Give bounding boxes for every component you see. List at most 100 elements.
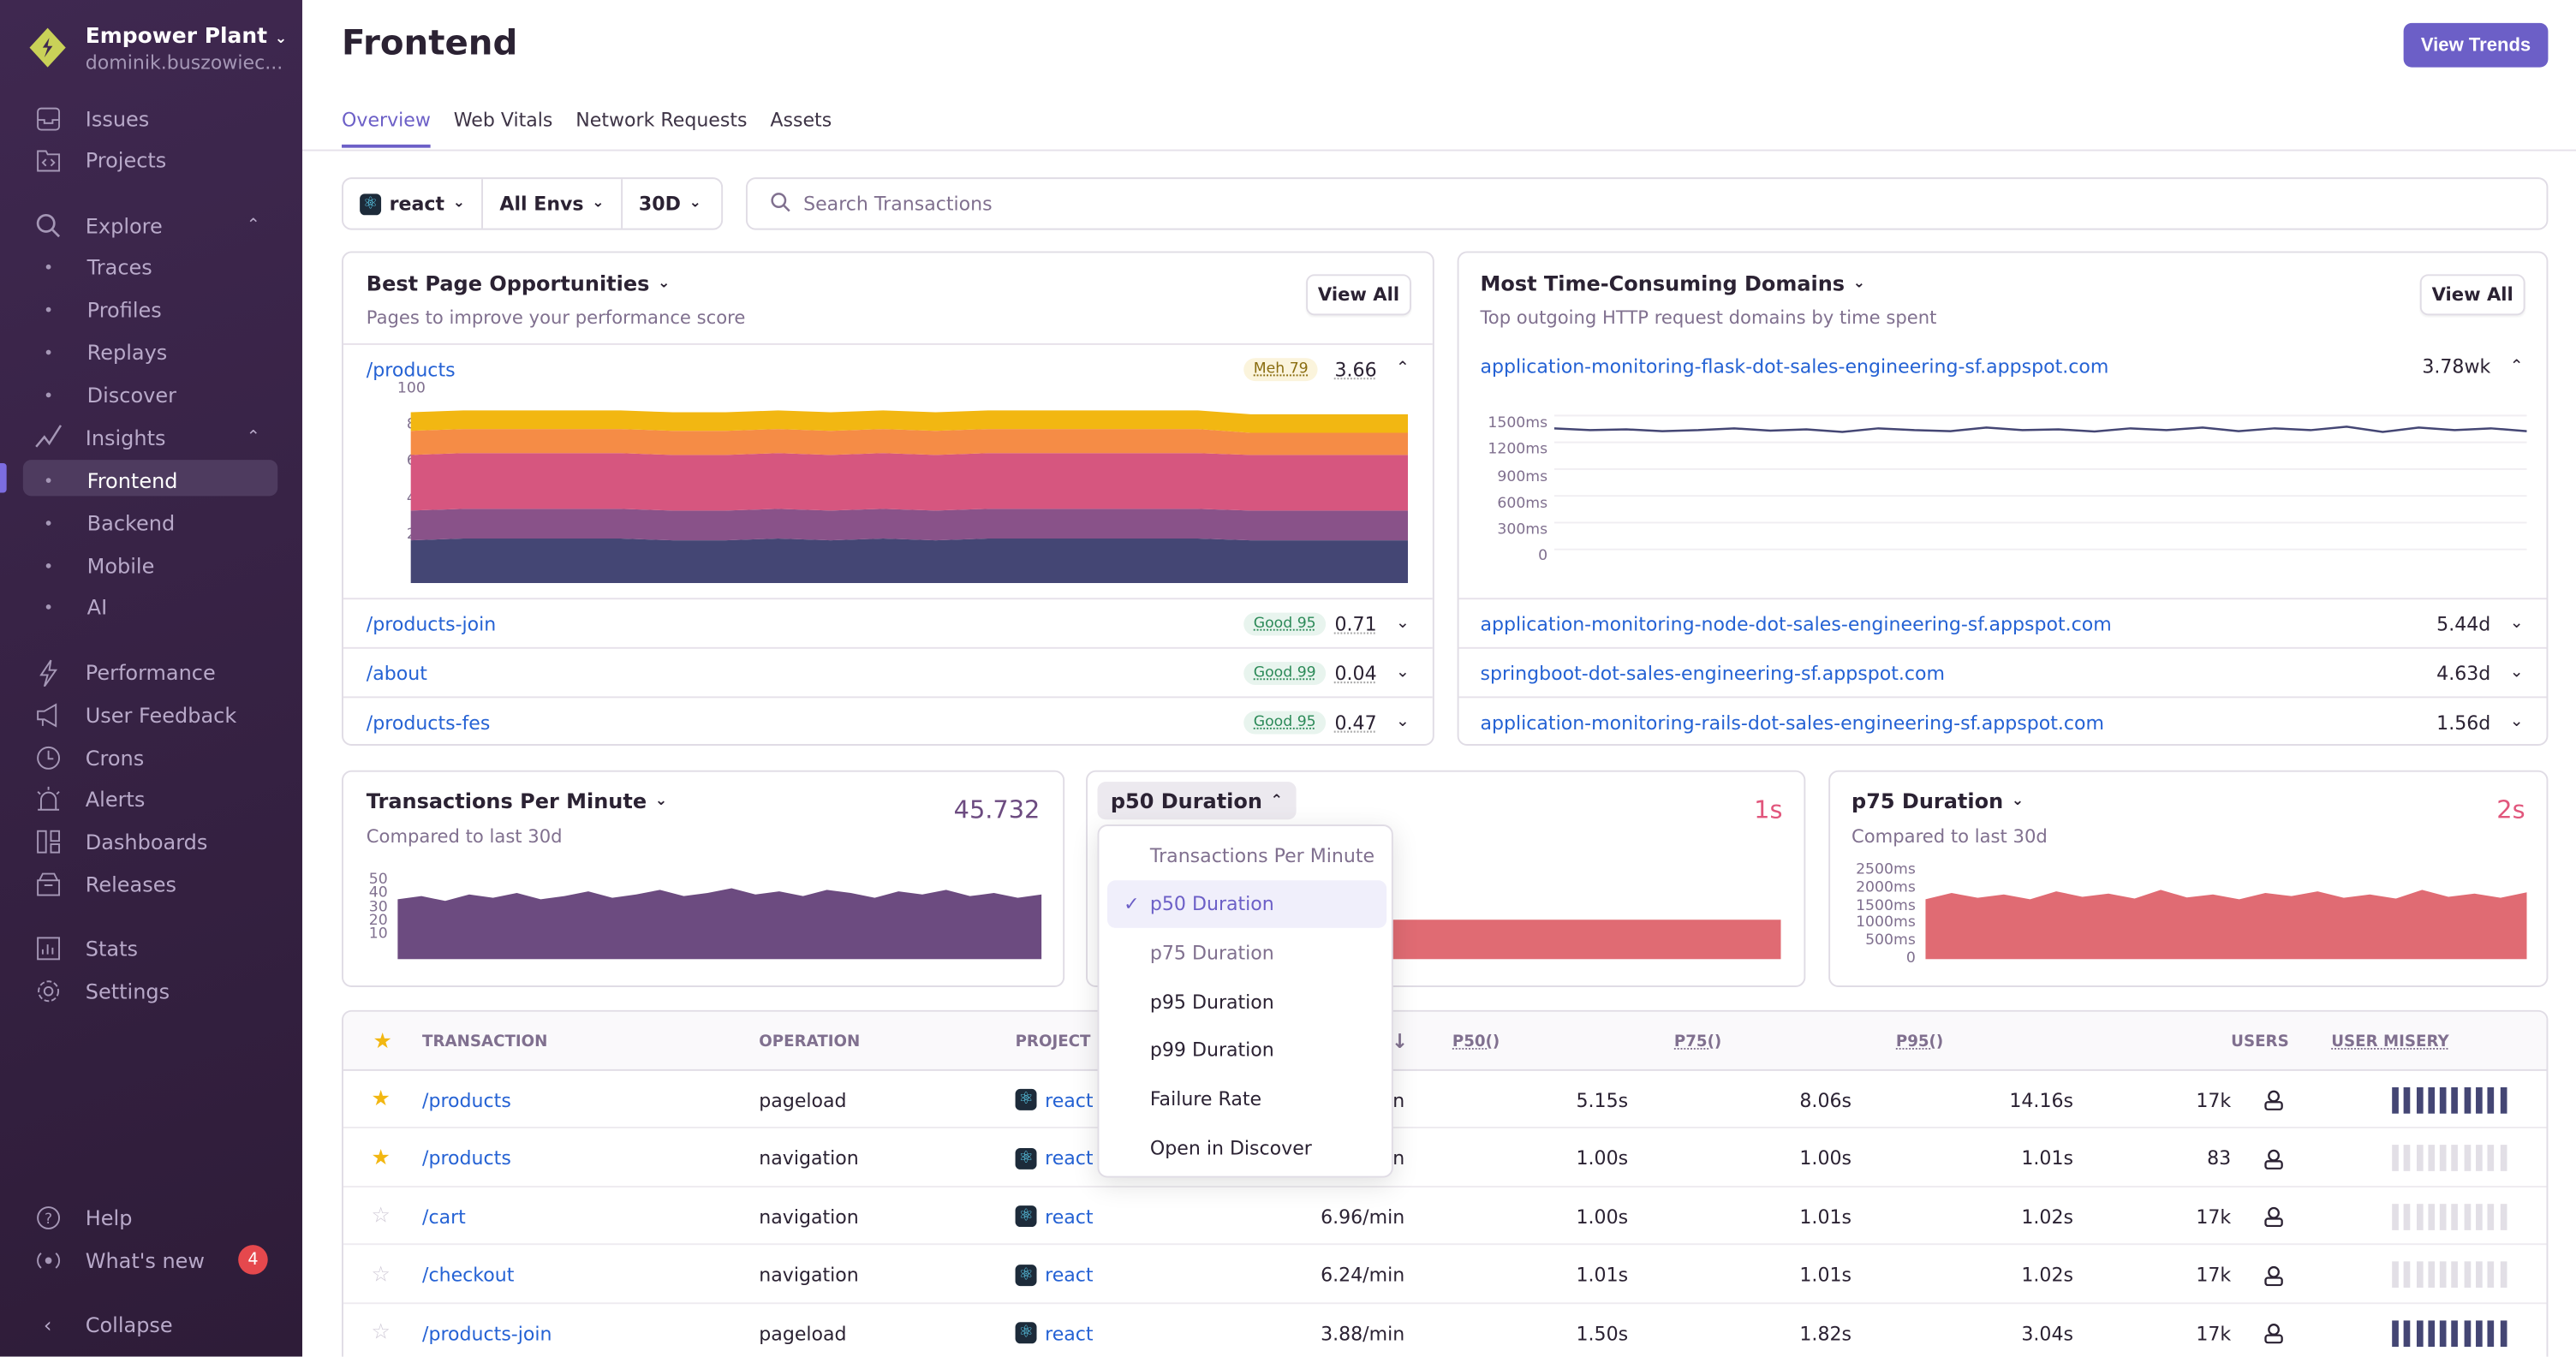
transaction-link[interactable]: /products-join	[422, 1304, 552, 1356]
sidebar-item-performance[interactable]: Performance	[33, 654, 216, 690]
col-users[interactable]: USERS	[2231, 1012, 2289, 1071]
chevron-up-icon[interactable]: ⌃	[2510, 357, 2524, 375]
tab-web-vitals[interactable]: Web Vitals	[454, 109, 553, 148]
menu-item-p99-duration[interactable]: p99 Duration	[1107, 1027, 1386, 1074]
sidebar-item-dashboards[interactable]: Dashboards	[33, 823, 207, 859]
sidebar-item-ai[interactable]: AI	[33, 588, 107, 624]
page-opportunity-row[interactable]: /products-fes Good 95 0.47 ⌄	[343, 696, 1433, 744]
sidebar-item-alerts[interactable]: Alerts	[33, 780, 145, 816]
sidebar-item-crons[interactable]: Crons	[33, 739, 144, 775]
transaction-link[interactable]: /products	[422, 1129, 511, 1187]
star-icon[interactable]: ★	[372, 1071, 391, 1128]
widget-title[interactable]: Transactions Per Minute ⌄	[367, 789, 667, 813]
sidebar-item-frontend[interactable]: Frontend	[33, 461, 178, 497]
project-cell[interactable]: ⚛ react	[1015, 1187, 1094, 1245]
sidebar-item-discover[interactable]: Discover	[33, 376, 176, 412]
environment-filter[interactable]: All Envs ⌄	[483, 179, 623, 229]
org-switcher[interactable]: Empower Plant ⌄	[86, 25, 287, 50]
page-opportunity-row[interactable]: /products-join Good 95 0.71 ⌄	[343, 598, 1433, 647]
sort-desc-icon[interactable]: ↓	[1392, 1012, 1408, 1071]
star-icon[interactable]: ★	[373, 1012, 391, 1071]
sidebar-item-whats-new[interactable]: What's new 4	[33, 1241, 268, 1277]
domain-row[interactable]: application-monitoring-flask-dot-sales-e…	[1459, 342, 2547, 391]
view-trends-button[interactable]: View Trends	[2403, 22, 2549, 68]
page-link[interactable]: /products-join	[367, 612, 496, 635]
sidebar-item-stats[interactable]: Stats	[33, 930, 138, 966]
star-icon[interactable]: ☆	[372, 1304, 391, 1356]
sidebar-item-projects[interactable]: Projects	[33, 141, 166, 177]
col-user-misery[interactable]: USER MISERY	[2331, 1012, 2448, 1071]
sidebar-item-issues[interactable]: Issues	[33, 100, 149, 136]
menu-item-p95-duration[interactable]: p95 Duration	[1107, 978, 1386, 1026]
panel-title[interactable]: Most Time-Consuming Domains ⌄	[1480, 271, 1865, 296]
star-icon[interactable]: ★	[372, 1129, 391, 1187]
col-p95[interactable]: P95()	[1896, 1012, 1943, 1071]
misery-segment	[2416, 1145, 2423, 1171]
chevron-down-icon[interactable]: ⌄	[2510, 664, 2524, 681]
sidebar-item-settings[interactable]: Settings	[33, 973, 170, 1009]
col-p50[interactable]: P50()	[1452, 1012, 1500, 1071]
tab-overview[interactable]: Overview	[342, 109, 431, 148]
menu-item-open-in-discover[interactable]: Open in Discover	[1107, 1124, 1386, 1172]
view-all-button[interactable]: View All	[1306, 274, 1411, 316]
search-transactions-input[interactable]: Search Transactions	[745, 177, 2549, 230]
domain-row[interactable]: springboot-dot-sales-engineering-sf.apps…	[1458, 646, 2547, 697]
domain-link[interactable]: springboot-dot-sales-engineering-sf.apps…	[1480, 661, 1945, 684]
sidebar-collapse[interactable]: ‹ Collapse	[33, 1306, 173, 1342]
page-link[interactable]: /products-fes	[367, 711, 491, 734]
chevron-down-icon[interactable]: ⌄	[1396, 614, 1410, 632]
sidebar-item-profiles[interactable]: Profiles	[33, 291, 162, 327]
project-cell[interactable]: ⚛ react	[1015, 1304, 1094, 1356]
widget-title[interactable]: p75 Duration ⌄	[1852, 789, 2024, 813]
col-transaction[interactable]: TRANSACTION	[422, 1012, 547, 1071]
sidebar-item-replays[interactable]: Replays	[33, 333, 167, 369]
tab-assets[interactable]: Assets	[770, 109, 832, 148]
domain-link[interactable]: application-monitoring-flask-dot-sales-e…	[1480, 354, 2108, 378]
col-operation[interactable]: OPERATION	[759, 1012, 860, 1071]
col-p75[interactable]: P75()	[1674, 1012, 1721, 1071]
menu-item-failure-rate[interactable]: Failure Rate	[1107, 1075, 1386, 1123]
chevron-down-icon: ⌄	[592, 195, 605, 212]
sidebar-item-backend[interactable]: Backend	[33, 504, 175, 540]
domain-row[interactable]: application-monitoring-rails-dot-sales-e…	[1458, 696, 2547, 744]
sidebar-item-label: Profiles	[86, 296, 162, 322]
transaction-link[interactable]: /checkout	[422, 1246, 514, 1303]
chevron-down-icon[interactable]: ⌄	[2510, 713, 2524, 731]
project-cell[interactable]: ⚛ react	[1015, 1246, 1094, 1303]
panel-title[interactable]: Best Page Opportunities ⌄	[367, 271, 671, 296]
misery-segment	[2404, 1261, 2411, 1289]
sidebar-item-insights[interactable]: Insights ⌃	[33, 419, 260, 455]
misery-segment	[2404, 1319, 2411, 1347]
chevron-up-icon[interactable]: ⌃	[1396, 360, 1410, 378]
project-cell[interactable]: ⚛ react	[1015, 1071, 1094, 1128]
domain-link[interactable]: application-monitoring-rails-dot-sales-e…	[1480, 711, 2104, 734]
page-opportunity-row[interactable]: /about Good 99 0.04 ⌄	[343, 646, 1433, 697]
widget-value: 45.732	[953, 795, 1041, 825]
star-icon[interactable]: ☆	[372, 1187, 391, 1245]
domain-row[interactable]: application-monitoring-node-dot-sales-en…	[1458, 598, 2547, 647]
sidebar-item-user-feedback[interactable]: User Feedback	[33, 696, 236, 732]
tab-network-requests[interactable]: Network Requests	[575, 109, 747, 148]
chevron-down-icon[interactable]: ⌄	[1396, 713, 1410, 731]
project-filter[interactable]: ⚛ react ⌄	[343, 179, 484, 229]
sidebar-item-releases[interactable]: Releases	[33, 866, 176, 902]
col-project[interactable]: PROJECT	[1016, 1012, 1091, 1071]
sidebar-item-help[interactable]: ? Help	[33, 1199, 132, 1235]
page-link[interactable]: /about	[367, 661, 427, 684]
sidebar-item-traces[interactable]: Traces	[33, 248, 152, 284]
sidebar-item-explore[interactable]: Explore ⌃	[33, 207, 260, 243]
org-logo[interactable]	[28, 27, 68, 69]
transaction-link[interactable]: /cart	[422, 1187, 466, 1245]
page-opportunity-row[interactable]: /products Meh 79 3.66 ⌃	[343, 342, 1433, 393]
chevron-down-icon[interactable]: ⌄	[2510, 614, 2524, 632]
star-icon[interactable]: ☆	[372, 1246, 391, 1303]
domain-link[interactable]: application-monitoring-node-dot-sales-en…	[1480, 612, 2111, 635]
widget-title-dropdown-button[interactable]: p50 Duration ⌃	[1097, 782, 1297, 820]
chevron-down-icon[interactable]: ⌄	[1396, 664, 1410, 681]
project-cell[interactable]: ⚛ react	[1015, 1129, 1094, 1187]
date-filter[interactable]: 30D ⌄	[623, 179, 718, 229]
menu-item-p50-duration[interactable]: ✓ p50 Duration	[1107, 879, 1387, 928]
view-all-button[interactable]: View All	[2419, 274, 2525, 316]
transaction-link[interactable]: /products	[422, 1071, 511, 1128]
sidebar-item-mobile[interactable]: Mobile	[33, 547, 154, 583]
